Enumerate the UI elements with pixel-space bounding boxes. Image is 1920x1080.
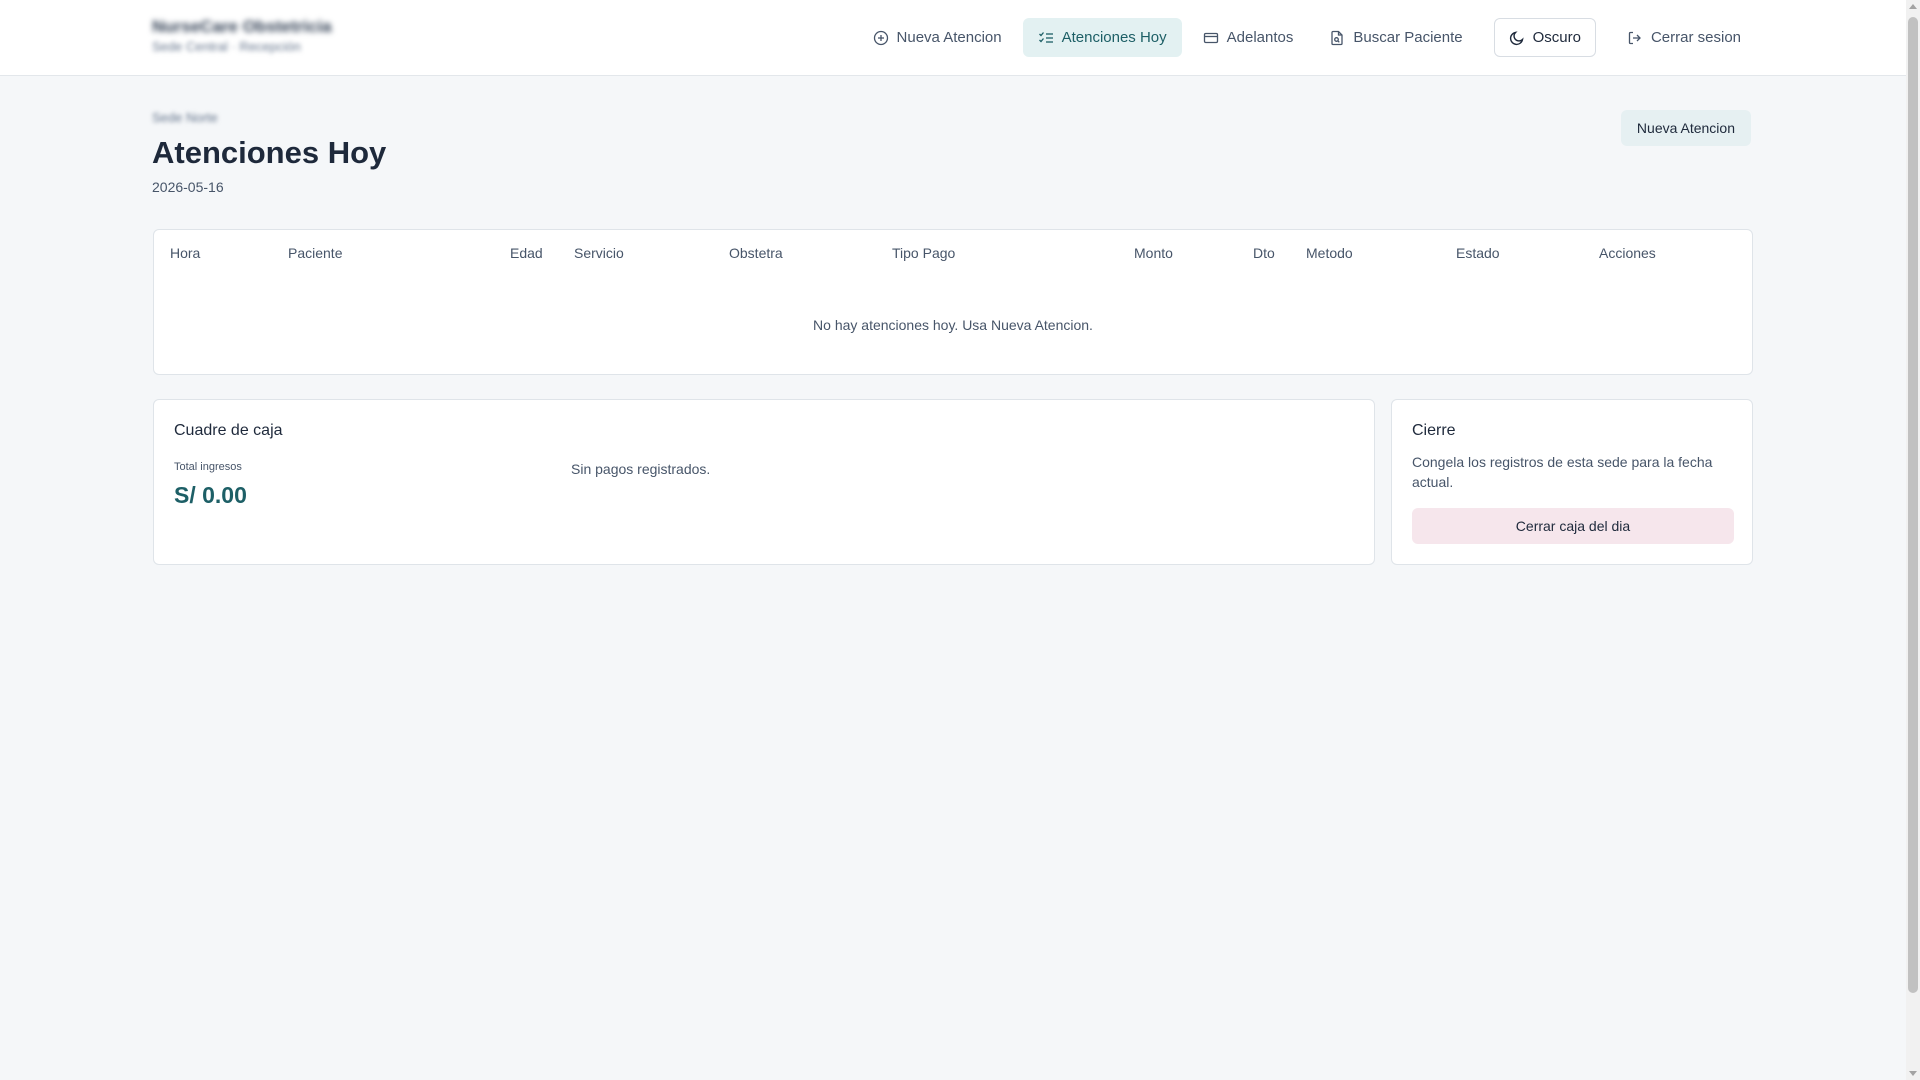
file-search-icon — [1331, 30, 1344, 45]
table-empty-message: No hay atenciones hoy. Usa Nueva Atencio… — [813, 317, 1093, 333]
total-income-label: Total ingresos — [174, 461, 242, 473]
closing-card: Cierre Congela los registros de esta sed… — [1391, 399, 1753, 565]
nav-label: Buscar Paciente — [1353, 29, 1463, 46]
card-title: Cierre — [1412, 422, 1456, 439]
nav-atenciones-hoy[interactable]: Atenciones Hoy — [1022, 18, 1182, 57]
no-payments-message: Sin pagos registrados. — [571, 461, 711, 477]
attentions-table: Hora Paciente Edad Servicio Obstetra Tip… — [153, 229, 1753, 375]
card-title: Cuadre de caja — [174, 422, 283, 439]
theme-toggle-button[interactable]: Oscuro — [1493, 18, 1596, 57]
nav-label: Atenciones Hoy — [1061, 29, 1167, 46]
column-header-acciones: Acciones — [1599, 245, 1656, 261]
nav-adelantos[interactable]: Adelantos — [1188, 18, 1309, 57]
column-header-monto[interactable]: Monto — [1134, 245, 1173, 261]
cash-summary-card: Cuadre de caja Total ingresos S/ 0.00 Si… — [153, 399, 1375, 565]
column-header-tipo-pago[interactable]: Tipo Pago — [892, 245, 955, 261]
logout-button[interactable]: Cerrar sesion — [1612, 18, 1756, 57]
credit-card-icon — [1203, 32, 1218, 43]
nav-label: Adelantos — [1226, 29, 1294, 46]
closing-description: Congela los registros de esta sede para … — [1412, 454, 1713, 490]
nav-label: Cerrar sesion — [1650, 29, 1741, 46]
page-date: 2026-05-16 — [152, 179, 224, 195]
column-header-edad[interactable]: Edad — [510, 245, 543, 261]
column-header-dto[interactable]: Dto — [1253, 245, 1275, 261]
nav-buscar-paciente[interactable]: Buscar Paciente — [1314, 18, 1477, 57]
nav-label: Nueva Atencion — [896, 29, 1002, 46]
plus-circle-icon — [873, 30, 888, 45]
vertical-scrollbar[interactable] — [1906, 0, 1920, 1080]
list-check-icon — [1038, 31, 1053, 43]
column-header-paciente[interactable]: Paciente — [288, 245, 342, 261]
scrollbar-thumb[interactable] — [1908, 17, 1918, 993]
brand-subtitle: Sede Central · Recepción — [152, 39, 301, 54]
main-nav: Nueva Atencion Atenciones Hoy Adelantos … — [858, 18, 1756, 57]
brand-name: NurseCare Obstetricia — [152, 17, 332, 36]
column-header-hora[interactable]: Hora — [170, 245, 200, 261]
column-header-estado[interactable]: Estado — [1456, 245, 1500, 261]
close-cash-button[interactable]: Cerrar caja del dia — [1412, 508, 1734, 544]
breadcrumb: Sede Norte — [152, 110, 218, 125]
logout-icon — [1628, 31, 1641, 44]
new-attention-button[interactable]: Nueva Atencion — [1620, 110, 1751, 146]
scroll-up-arrow-icon[interactable] — [1909, 4, 1917, 9]
top-navbar: NurseCare Obstetricia Sede Central · Rec… — [0, 0, 1906, 76]
column-header-metodo[interactable]: Metodo — [1306, 245, 1353, 261]
brand: NurseCare Obstetricia Sede Central · Rec… — [152, 16, 332, 56]
nav-label: Oscuro — [1532, 29, 1581, 46]
nav-nueva-atencion[interactable]: Nueva Atencion — [858, 18, 1017, 57]
column-header-servicio[interactable]: Servicio — [574, 245, 624, 261]
moon-icon — [1509, 30, 1524, 45]
total-income-value: S/ 0.00 — [174, 482, 247, 508]
column-header-obstetra[interactable]: Obstetra — [729, 245, 783, 261]
scroll-down-arrow-icon[interactable] — [1909, 1071, 1917, 1076]
page-title: Atenciones Hoy — [152, 135, 387, 170]
